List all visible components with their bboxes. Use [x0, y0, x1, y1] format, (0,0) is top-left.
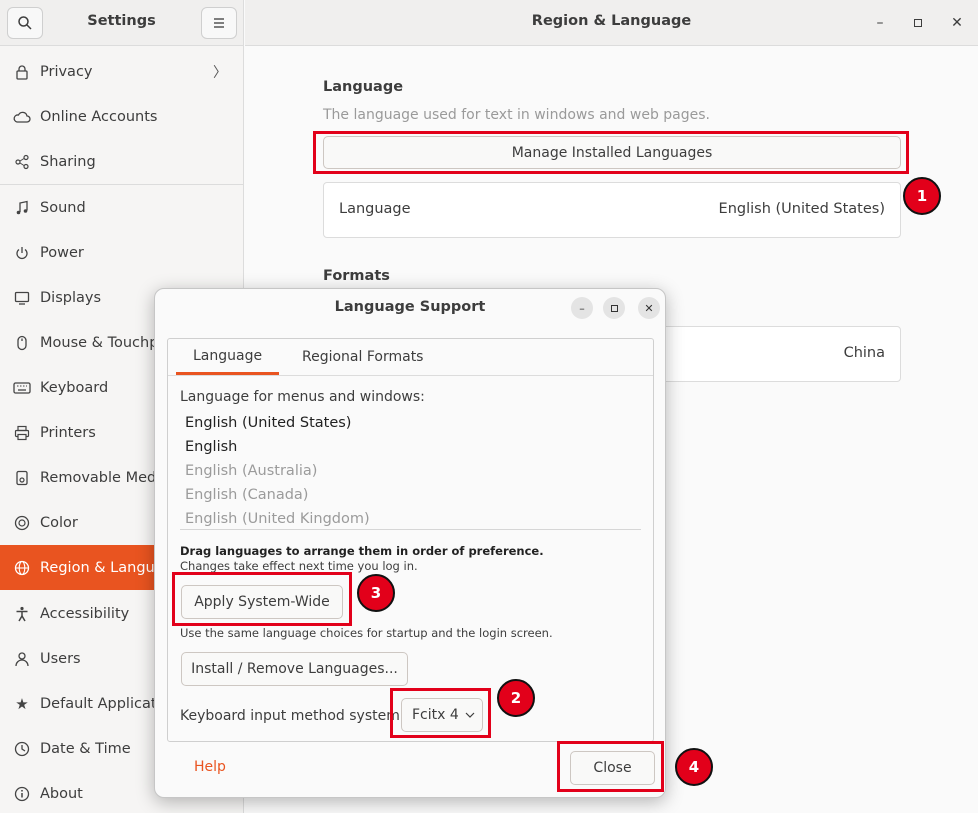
sidebar-header: Settings: [0, 0, 243, 46]
dialog-close-button[interactable]: ✕: [638, 297, 660, 319]
sidebar-item-label: Online Accounts: [40, 108, 158, 125]
annotation-box-4: [557, 741, 664, 792]
globe-icon: [0, 560, 40, 576]
power-icon: [0, 245, 40, 261]
language-description: The language used for text in windows an…: [323, 107, 710, 123]
language-list-item[interactable]: English (Canada): [185, 487, 308, 503]
annotation-badge-1: 1: [903, 177, 941, 215]
removable-media-icon: [0, 470, 40, 486]
annotation-box-1: [313, 131, 909, 174]
sidebar-item-label: Sound: [40, 199, 86, 216]
annotation-box-3: [172, 572, 352, 626]
apply-hint: Use the same language choices for startu…: [180, 626, 553, 640]
hamburger-icon: [214, 18, 224, 28]
sidebar-item-label: Color: [40, 514, 78, 531]
language-list-item[interactable]: English (United Kingdom): [185, 511, 370, 527]
sidebar-item-label: Date & Time: [40, 740, 131, 757]
dialog-tab-frame: Language Regional Formats Language for m…: [167, 338, 654, 742]
language-list-divider: [180, 529, 641, 530]
sidebar-item-label: About: [40, 785, 83, 802]
menu-button[interactable]: [201, 7, 237, 39]
effect-hint: Changes take effect next time you log in…: [180, 559, 418, 573]
display-icon: [0, 290, 40, 306]
minimize-icon: –: [579, 301, 585, 315]
tab-regional-formats[interactable]: Regional Formats: [285, 339, 440, 375]
language-heading: Language: [323, 79, 404, 95]
color-icon: [0, 515, 40, 531]
minimize-button[interactable]: –: [868, 11, 892, 35]
sidebar-item-online-accounts[interactable]: Online Accounts: [0, 94, 243, 139]
close-icon: ✕: [644, 301, 654, 315]
language-list-item[interactable]: English: [185, 439, 237, 455]
sidebar-item-label: Sharing: [40, 153, 96, 170]
menus-language-label: Language for menus and windows:: [180, 389, 425, 405]
sidebar-item-label: Users: [40, 650, 81, 667]
annotation-box-2: [390, 688, 491, 738]
language-row-label: Language: [339, 201, 411, 217]
clock-icon: [0, 741, 40, 757]
tab-divider: [168, 375, 653, 376]
minimize-icon: –: [876, 15, 884, 31]
tab-language[interactable]: Language: [176, 339, 280, 375]
annotation-badge-2: 2: [497, 679, 535, 717]
star-icon: ★: [15, 694, 29, 713]
sidebar-item-sound[interactable]: Sound: [0, 185, 243, 230]
sidebar-item-label: Printers: [40, 424, 96, 441]
sidebar-item-label: Privacy: [40, 63, 93, 80]
chevron-right-icon: 〉: [213, 65, 227, 81]
accessibility-icon: [0, 606, 40, 622]
maximize-button[interactable]: [906, 11, 930, 35]
sidebar-item-label: Accessibility: [40, 605, 130, 622]
users-icon: [0, 651, 40, 667]
sidebar-item-label: Power: [40, 244, 84, 261]
lock-icon: [0, 64, 40, 80]
main-header: Region & Language – ✕: [245, 0, 978, 46]
language-row[interactable]: Language English (United States): [323, 182, 901, 238]
formats-heading: Formats: [323, 268, 390, 284]
close-window-button[interactable]: ✕: [945, 11, 969, 35]
sidebar-item-power[interactable]: Power: [0, 230, 243, 275]
music-note-icon: [0, 200, 40, 216]
maximize-icon: [914, 19, 922, 27]
share-icon: [0, 154, 40, 170]
language-list-item[interactable]: English (United States): [185, 415, 351, 431]
sidebar-item-label: Keyboard: [40, 379, 109, 396]
install-remove-languages-button[interactable]: Install / Remove Languages...: [181, 652, 408, 686]
sidebar-item-sharing[interactable]: Sharing: [0, 139, 243, 184]
maximize-icon: [610, 304, 618, 312]
language-list-item[interactable]: English (Australia): [185, 463, 317, 479]
sidebar-item-label: Displays: [40, 289, 102, 306]
cloud-icon: [0, 110, 40, 124]
sidebar-item-label: Removable Media: [40, 469, 170, 486]
info-icon: [0, 786, 40, 802]
language-row-value: English (United States): [718, 201, 885, 217]
input-method-label: Keyboard input method system:: [180, 708, 405, 724]
annotation-badge-3: 3: [357, 574, 395, 612]
annotation-badge-4: 4: [675, 748, 713, 786]
close-icon: ✕: [951, 15, 963, 31]
mouse-icon: [0, 335, 40, 351]
dialog-maximize-button[interactable]: [603, 297, 625, 319]
formats-row-value: China: [843, 345, 885, 361]
keyboard-icon: [0, 381, 40, 395]
dialog-minimize-button[interactable]: –: [571, 297, 593, 319]
sidebar-item-privacy[interactable]: Privacy 〉: [0, 49, 243, 94]
drag-hint: Drag languages to arrange them in order …: [180, 544, 544, 558]
help-link[interactable]: Help: [194, 759, 226, 775]
printer-icon: [0, 425, 40, 441]
